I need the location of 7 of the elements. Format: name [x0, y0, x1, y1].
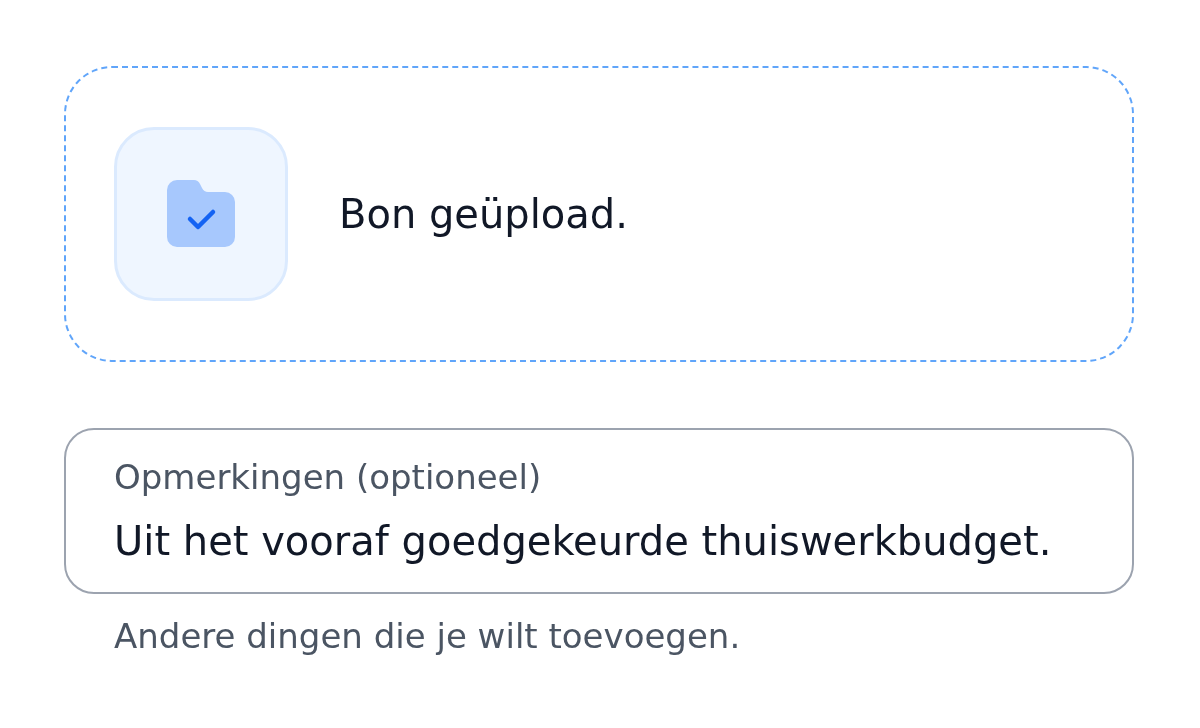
helper-text: Andere dingen die je wilt toevoegen.	[114, 616, 741, 656]
notes-field[interactable]: Opmerkingen (optioneel) Uit het vooraf goedgekeurde thuiswerkbudget.	[64, 428, 1134, 594]
upload-status-text: Bon geüpload.	[339, 190, 628, 238]
field-value: Uit het vooraf goedgekeurde thuiswerkbudget.	[114, 517, 1052, 565]
folder-check-icon	[114, 127, 288, 301]
field-label: Opmerkingen (optioneel)	[114, 457, 542, 497]
upload-dropzone[interactable]: Bon geüpload.	[64, 66, 1134, 362]
